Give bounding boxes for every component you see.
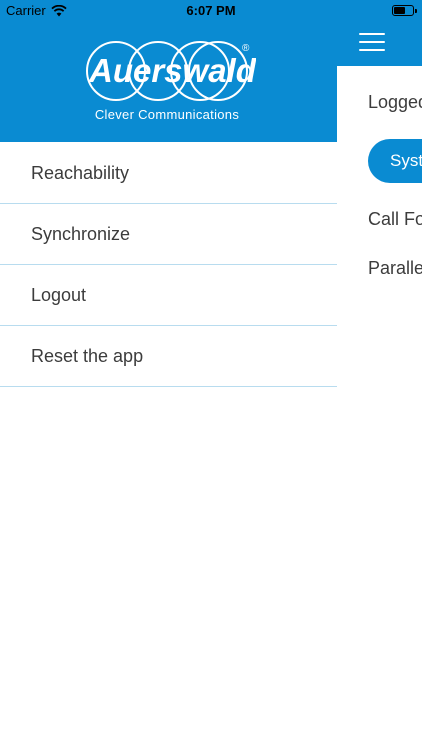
menu-item-synchronize[interactable]: Synchronize (0, 204, 337, 265)
menu-item-label: Reset the app (31, 345, 144, 366)
battery-icon (392, 5, 417, 16)
system-button[interactable]: Syst (368, 139, 422, 183)
menu-item-label: Logout (31, 284, 87, 305)
logged-in-text: Logged (368, 92, 422, 112)
status-bar: Carrier 6:07 PM (0, 0, 422, 22)
logo-tagline: Clever Communications (94, 107, 240, 122)
menu-item-label: Synchronize (31, 223, 131, 244)
hamburger-menu-icon[interactable] (359, 33, 385, 51)
menu-item-reachability[interactable]: Reachability (0, 143, 337, 204)
menu-item-logout[interactable]: Logout (0, 265, 337, 326)
app-screen: Auerswald ® Clever Communications Reacha… (0, 0, 422, 750)
menu-item-label: Reachability (31, 162, 130, 183)
main-panel: Logged Syst Call Fo Paralle (337, 0, 422, 750)
menu-item-reset-app[interactable]: Reset the app (0, 326, 337, 387)
logo-brand-text: Auerswald (88, 52, 256, 89)
status-time: 6:07 PM (186, 3, 236, 18)
battery-level (394, 7, 405, 14)
brand-logo: Auerswald ® Clever Communications (84, 40, 257, 124)
menu-list: Reachability Synchronize Logout Reset th… (0, 143, 337, 387)
auerswald-logo-icon: Auerswald ® (86, 41, 257, 101)
registered-mark: ® (242, 43, 250, 54)
call-forwarding-item[interactable]: Call Fo (368, 209, 422, 230)
side-menu: Auerswald ® Clever Communications Reacha… (0, 0, 337, 750)
parallel-item[interactable]: Paralle (368, 258, 422, 279)
